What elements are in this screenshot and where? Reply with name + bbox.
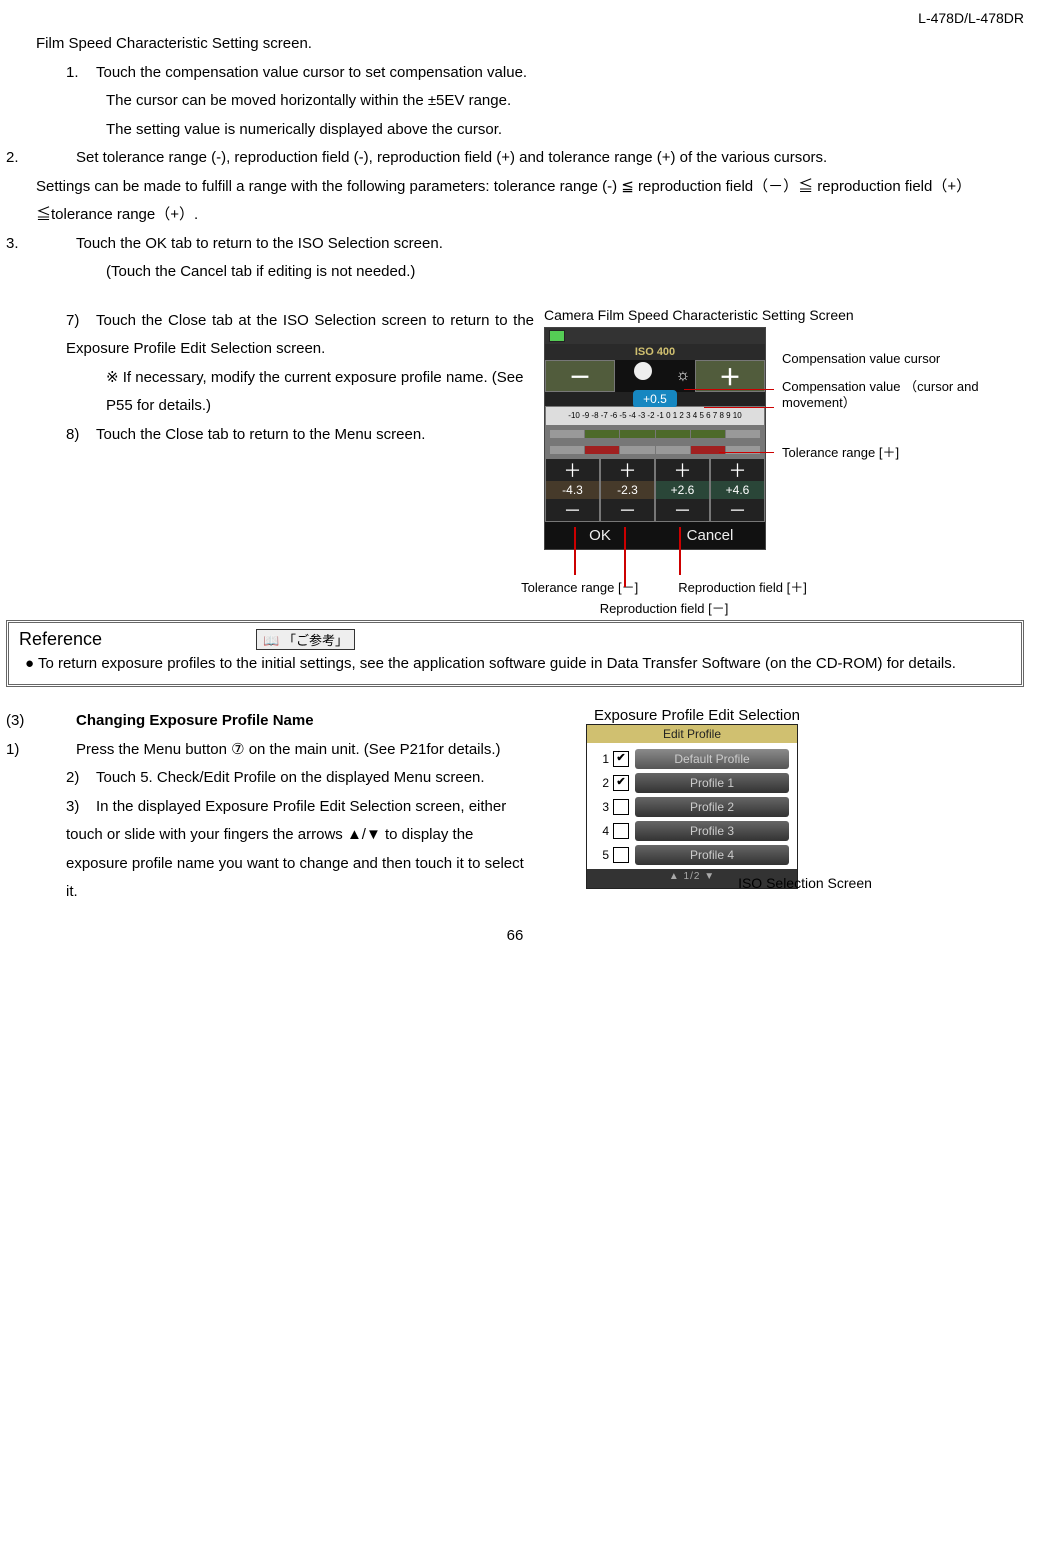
p5-num: 5 <box>595 848 609 862</box>
edit-header: Edit Profile <box>587 725 797 743</box>
step7-b: ※ If necessary, modify the current expos… <box>106 364 534 421</box>
header-model: L-478D/L-478DR <box>6 10 1024 26</box>
step8-a: Touch the Close tab to return to the Men… <box>96 426 425 443</box>
ok-button[interactable]: OK <box>545 522 655 549</box>
p2-num: 2 <box>595 776 609 790</box>
battery-icon <box>549 330 565 342</box>
ref-text: ● To return exposure profiles to the ini… <box>25 650 1011 679</box>
sec3-num: (3) <box>6 707 76 736</box>
comp-value-pill[interactable]: +0.5 <box>633 390 677 408</box>
iso-label: ISO 400 <box>545 344 765 360</box>
bar-row-1 <box>546 427 764 441</box>
ann-tol-plus: Tolerance range [＋] <box>782 445 899 462</box>
scale-ruler: -10 -9 -8 -7 -6 -5 -4 -3 -2 -1 0 1 2 3 4… <box>546 407 764 425</box>
step3-b: (Touch the Cancel tab if editing is not … <box>106 258 1024 287</box>
p1-chk[interactable]: ✔ <box>613 751 629 767</box>
p4-btn[interactable]: Profile 3 <box>635 821 789 841</box>
p5-chk[interactable] <box>613 847 629 863</box>
step1-a: Touch the compensation value cursor to s… <box>96 64 527 81</box>
minus-button[interactable]: － <box>546 361 614 391</box>
ann-rep-minus: Reproduction field [－] <box>600 601 729 616</box>
q3-minus[interactable]: － <box>656 499 709 521</box>
page-number: 66 <box>6 927 1024 944</box>
ann-rep-plus: Reproduction field [＋] <box>678 577 807 596</box>
screen-title: Camera Film Speed Characteristic Setting… <box>544 307 1024 323</box>
step1-c: The setting value is numerically display… <box>106 116 1024 145</box>
cancel-button[interactable]: Cancel <box>655 522 765 549</box>
reference-box: Reference 📖 「ご参考」 ● To return exposure p… <box>6 620 1024 688</box>
top-line: Film Speed Characteristic Setting screen… <box>36 30 1024 59</box>
s3-2-num: 2) <box>66 764 96 793</box>
plus-button[interactable]: ＋ <box>696 361 764 391</box>
q4-minus[interactable]: － <box>711 499 764 521</box>
s3-2: Touch 5. Check/Edit Profile on the displ… <box>96 769 485 786</box>
step3-a: Touch the OK tab to return to the ISO Se… <box>76 235 443 252</box>
step7-num: 7) <box>66 307 96 336</box>
step8-num: 8) <box>66 421 96 450</box>
q4-plus[interactable]: ＋ <box>711 459 764 481</box>
q1-plus[interactable]: ＋ <box>546 459 599 481</box>
p3-btn[interactable]: Profile 2 <box>635 797 789 817</box>
step3-num: 3. <box>6 230 76 259</box>
ann-tol-minus: Tolerance range [－] <box>521 577 638 596</box>
p4-chk[interactable] <box>613 823 629 839</box>
p2-chk[interactable]: ✔ <box>613 775 629 791</box>
sec3-title: Changing Exposure Profile Name <box>76 712 314 729</box>
step1-num: 1. <box>66 59 96 88</box>
sun-icon: ☼ <box>671 360 695 392</box>
q2-plus[interactable]: ＋ <box>601 459 654 481</box>
s3-1: Press the Menu button ⑦ on the main unit… <box>76 741 501 758</box>
edit-screen: Edit Profile 1 ✔ Default Profile 2 ✔ Profile… <box>586 724 798 889</box>
ref-title: Reference <box>19 629 102 649</box>
step2-num: 2. <box>6 144 76 173</box>
p5-btn[interactable]: Profile 4 <box>635 845 789 865</box>
dome-icon <box>634 362 652 380</box>
p3-chk[interactable] <box>613 799 629 815</box>
step1-b: The cursor can be moved horizontally wit… <box>106 87 1024 116</box>
gosanko-badge: 📖 「ご参考」 <box>256 629 355 650</box>
ann-comp-value: Compensation value （cursor and movement） <box>782 379 1002 413</box>
q2-minus[interactable]: － <box>601 499 654 521</box>
p1-num: 1 <box>595 752 609 766</box>
edit-title: Exposure Profile Edit Selection <box>594 707 1024 724</box>
p1-btn[interactable]: Default Profile <box>635 749 789 769</box>
s3-3: In the displayed Exposure Profile Edit S… <box>66 798 524 901</box>
step7-a: Touch the Close tab at the ISO Selection… <box>66 312 534 358</box>
q3-plus[interactable]: ＋ <box>656 459 709 481</box>
step2-b: Settings can be made to fulfill a range … <box>36 173 1024 230</box>
p2-btn[interactable]: Profile 1 <box>635 773 789 793</box>
bar-row-2 <box>546 443 764 457</box>
ann-comp-cursor: Compensation value cursor <box>782 351 940 368</box>
s3-3-num: 3) <box>66 793 96 822</box>
iso-caption: ISO Selection Screen <box>586 875 1024 891</box>
q1-minus[interactable]: － <box>546 499 599 521</box>
s3-1-num: 1) <box>6 736 76 765</box>
p4-num: 4 <box>595 824 609 838</box>
device-screen: ISO 400 － ☼ ＋ +0.5 -10 -9 -8 -7 -6 -5 -4… <box>544 327 766 550</box>
p3-num: 3 <box>595 800 609 814</box>
step2-a: Set tolerance range (-), reproduction fi… <box>76 149 827 166</box>
